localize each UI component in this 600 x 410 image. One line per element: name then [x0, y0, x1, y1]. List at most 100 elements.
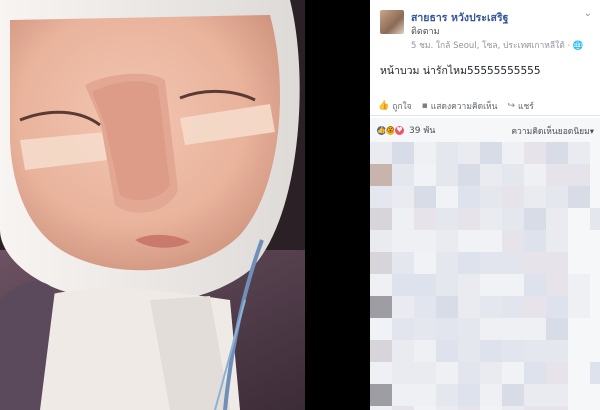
reaction-count[interactable]: 39 พัน: [409, 123, 435, 137]
mosaic-cell: [480, 142, 502, 164]
comments-area-blurred: [370, 142, 600, 410]
follow-link[interactable]: ติดตาม: [411, 24, 440, 38]
mosaic-cell: [590, 384, 600, 406]
mosaic-cell: [502, 186, 524, 208]
mosaic-cell: [590, 208, 600, 230]
mosaic-cell: [524, 252, 546, 274]
mosaic-cell: [502, 142, 524, 164]
mosaic-cell: [480, 208, 502, 230]
mosaic-cell: [436, 164, 458, 186]
mosaic-cell: [546, 208, 568, 230]
avatar[interactable]: [380, 10, 404, 34]
post-side-panel: สายธาร หวังประเสริฐ ติดตาม 5 ชม. ใกล้ Se…: [370, 0, 600, 410]
mosaic-cell: [458, 230, 480, 252]
mosaic-cell: [568, 252, 590, 274]
mosaic-cell: [458, 340, 480, 362]
mosaic-cell: [370, 274, 392, 296]
mosaic-cell: [370, 362, 392, 384]
mosaic-cell: [458, 142, 480, 164]
mosaic-cell: [502, 384, 524, 406]
mosaic-cell: [370, 252, 392, 274]
mosaic-cell: [436, 142, 458, 164]
mosaic-cell: [590, 274, 600, 296]
mosaic-cell: [502, 318, 524, 340]
mosaic-cell: [590, 252, 600, 274]
mosaic-cell: [546, 384, 568, 406]
mosaic-cell: [436, 384, 458, 406]
mosaic-cell: [480, 362, 502, 384]
mosaic-cell: [524, 362, 546, 384]
mosaic-cell: [590, 296, 600, 318]
mosaic-cell: [458, 274, 480, 296]
chevron-down-icon[interactable]: ⌄: [584, 8, 592, 19]
mosaic-cell: [414, 318, 436, 340]
mosaic-cell: [458, 252, 480, 274]
mosaic-cell: [502, 406, 524, 410]
comment-label: แสดงความคิดเห็น: [430, 101, 498, 112]
share-icon: ↪: [507, 100, 516, 111]
comment-button[interactable]: ▪ แสดงความคิดเห็น: [422, 99, 498, 113]
mosaic-cell: [568, 362, 590, 384]
mosaic-cell: [436, 406, 458, 410]
post-text: หน้าบวม น่ารักไหม55555555555: [380, 65, 541, 77]
mosaic-cell: [392, 274, 414, 296]
mosaic-cell: [370, 296, 392, 318]
mosaic-cell: [546, 142, 568, 164]
mosaic-cell: [568, 384, 590, 406]
mosaic-cell: [502, 274, 524, 296]
mosaic-cell: [392, 142, 414, 164]
mosaic-cell: [524, 230, 546, 252]
mosaic-cell: [590, 362, 600, 384]
globe-icon: 🌐: [572, 41, 584, 51]
post-photo[interactable]: [0, 0, 305, 410]
love-reaction-icon: ♥: [394, 124, 405, 136]
mosaic-cell: [568, 186, 590, 208]
mosaic-cell: [480, 252, 502, 274]
mosaic-cell: [502, 362, 524, 384]
mosaic-cell: [524, 406, 546, 410]
mosaic-cell: [480, 274, 502, 296]
mosaic-cell: [392, 340, 414, 362]
post-meta: 5 ชม. ใกล้ Seoul, โซล, ประเทศเกาหลีใต้ ·…: [411, 38, 583, 52]
mosaic-cell: [458, 186, 480, 208]
mosaic-cell: [480, 340, 502, 362]
mosaic-cell: [502, 252, 524, 274]
mosaic-cell: [480, 406, 502, 410]
mosaic-cell: [524, 318, 546, 340]
pixelated-comments: [370, 142, 600, 410]
mosaic-cell: [480, 164, 502, 186]
mosaic-cell: [502, 296, 524, 318]
mosaic-cell: [414, 208, 436, 230]
comment-sort-dropdown[interactable]: ความคิดเห็นยอดนิยม▾: [511, 124, 594, 138]
mosaic-cell: [480, 186, 502, 208]
share-button[interactable]: ↪ แชร์: [507, 99, 533, 113]
mosaic-cell: [568, 406, 590, 410]
mosaic-cell: [590, 142, 600, 164]
mosaic-cell: [590, 318, 600, 340]
mosaic-cell: [414, 384, 436, 406]
photo-image: [0, 0, 305, 410]
mosaic-cell: [568, 340, 590, 362]
mosaic-cell: [392, 406, 414, 410]
mosaic-cell: [568, 208, 590, 230]
mosaic-cell: [524, 208, 546, 230]
mosaic-cell: [568, 164, 590, 186]
mosaic-cell: [502, 208, 524, 230]
mosaic-cell: [568, 142, 590, 164]
mosaic-cell: [546, 274, 568, 296]
mosaic-cell: [370, 384, 392, 406]
mosaic-cell: [370, 164, 392, 186]
mosaic-cell: [458, 384, 480, 406]
mosaic-cell: [392, 230, 414, 252]
mosaic-cell: [414, 252, 436, 274]
mosaic-cell: [436, 186, 458, 208]
action-bar: 👍 ถูกใจ ▪ แสดงความคิดเห็น ↪ แชร์: [370, 96, 600, 116]
like-button[interactable]: 👍 ถูกใจ: [378, 99, 412, 113]
mosaic-cell: [524, 186, 546, 208]
mosaic-cell: [436, 340, 458, 362]
mosaic-cell: [458, 296, 480, 318]
mosaic-cell: [414, 274, 436, 296]
mosaic-cell: [546, 318, 568, 340]
mosaic-cell: [436, 230, 458, 252]
mosaic-cell: [414, 142, 436, 164]
